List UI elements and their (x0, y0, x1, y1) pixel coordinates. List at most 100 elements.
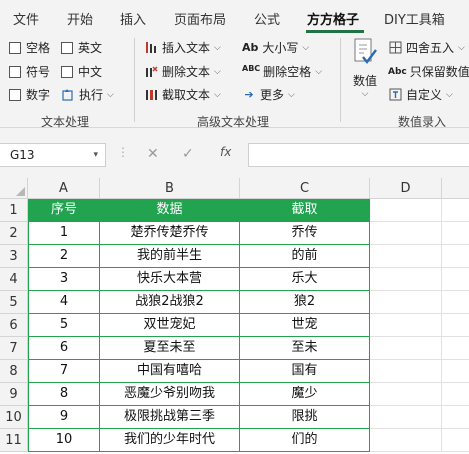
table-cell[interactable] (370, 268, 442, 291)
row-header[interactable]: 8 (0, 360, 28, 383)
table-cell[interactable]: 狼2 (240, 291, 370, 314)
table-header-cell[interactable]: 截取 (240, 199, 370, 222)
row-header[interactable]: 10 (0, 406, 28, 429)
more-button[interactable]: ➔ 更多 ⌵ (242, 86, 294, 103)
checkbox-spaces[interactable]: 空格 (9, 39, 50, 56)
table-cell[interactable] (370, 429, 442, 452)
extract-text-button[interactable]: 截取文本 ⌵ (144, 86, 221, 103)
column-header-b[interactable]: B (100, 178, 240, 199)
checkbox-digits[interactable]: 数字 (9, 86, 50, 103)
table-cell[interactable] (442, 268, 469, 291)
table-cell[interactable]: 世宠 (240, 314, 370, 337)
table-cell[interactable]: 战狼2战狼2 (100, 291, 240, 314)
checkbox-box[interactable] (9, 41, 21, 54)
chevron-down-icon[interactable]: ▾ (93, 144, 98, 166)
table-cell[interactable]: 双世宠妃 (100, 314, 240, 337)
execute-button[interactable]: 执行 ⌵ (61, 86, 114, 103)
table-cell[interactable]: 我们的少年时代 (100, 429, 240, 452)
tab-insert[interactable]: 插入 (120, 9, 146, 28)
checkbox-box[interactable] (61, 65, 73, 78)
table-cell[interactable]: 10 (28, 429, 100, 452)
table-cell[interactable] (442, 222, 469, 245)
tab-page-layout[interactable]: 页面布局 (174, 9, 226, 28)
table-cell[interactable]: 限挑 (240, 406, 370, 429)
checkbox-box[interactable] (9, 88, 21, 101)
table-cell[interactable] (442, 383, 469, 406)
table-cell[interactable] (442, 291, 469, 314)
table-cell[interactable] (370, 360, 442, 383)
table-cell[interactable]: 中国有嘻哈 (100, 360, 240, 383)
table-cell[interactable] (370, 383, 442, 406)
confirm-icon[interactable]: ✓ (182, 146, 194, 162)
column-header-a[interactable]: A (28, 178, 100, 199)
checkbox-box[interactable] (9, 65, 21, 78)
row-header[interactable]: 3 (0, 245, 28, 268)
table-cell[interactable]: 8 (28, 383, 100, 406)
round-button[interactable]: 四舍五入 ⌵ (388, 39, 465, 56)
checkbox-chinese[interactable]: 中文 (61, 63, 102, 80)
table-cell[interactable]: 3 (28, 268, 100, 291)
insert-text-button[interactable]: 插入文本 ⌵ (144, 39, 221, 56)
table-cell[interactable]: 乔传 (240, 222, 370, 245)
table-cell[interactable]: 1 (28, 222, 100, 245)
table-header-cell[interactable]: 数据 (100, 199, 240, 222)
table-cell[interactable] (370, 199, 442, 222)
cancel-icon[interactable]: ✕ (147, 146, 159, 162)
table-cell[interactable]: 4 (28, 291, 100, 314)
case-button[interactable]: Ab 大小写 ⌵ (242, 39, 309, 56)
tab-fangfanggezi[interactable]: 方方格子 (307, 9, 359, 28)
table-cell[interactable]: 快乐大本营 (100, 268, 240, 291)
worksheet-grid[interactable]: A B C D 1 序号 数据 截取 2 1 楚乔传楚乔传 乔传 3 2 我的前半生 的前 4 3 快乐大本… (0, 178, 469, 454)
table-cell[interactable]: 极限挑战第三季 (100, 406, 240, 429)
row-header[interactable]: 1 (0, 199, 28, 222)
table-cell[interactable]: 5 (28, 314, 100, 337)
tab-home[interactable]: 开始 (67, 9, 93, 28)
table-header-cell[interactable]: 序号 (28, 199, 100, 222)
table-cell[interactable] (370, 245, 442, 268)
row-header[interactable]: 5 (0, 291, 28, 314)
table-cell[interactable]: 国有 (240, 360, 370, 383)
row-header[interactable]: 7 (0, 337, 28, 360)
column-header-partial[interactable] (442, 178, 469, 199)
table-cell[interactable]: 2 (28, 245, 100, 268)
table-cell[interactable] (370, 222, 442, 245)
tab-formulas[interactable]: 公式 (254, 9, 280, 28)
custom-button[interactable]: 自定义 ⌵ (388, 86, 453, 103)
table-cell[interactable] (370, 406, 442, 429)
row-header[interactable]: 2 (0, 222, 28, 245)
table-cell[interactable] (442, 429, 469, 452)
more-options-icon[interactable]: ⋮ (117, 145, 129, 159)
table-cell[interactable]: 们的 (240, 429, 370, 452)
table-cell[interactable]: 恶魔少爷别吻我 (100, 383, 240, 406)
delete-text-button[interactable]: 删除文本 ⌵ (144, 63, 221, 80)
name-box[interactable]: G13 ▾ (0, 143, 106, 167)
table-cell[interactable] (442, 406, 469, 429)
table-cell[interactable]: 7 (28, 360, 100, 383)
table-cell[interactable] (370, 337, 442, 360)
table-cell[interactable] (442, 314, 469, 337)
table-cell[interactable]: 的前 (240, 245, 370, 268)
table-cell[interactable] (442, 360, 469, 383)
keep-values-button[interactable]: Abc 只保留数值 (388, 63, 469, 80)
table-cell[interactable]: 乐大 (240, 268, 370, 291)
insert-function-icon[interactable]: fx (220, 145, 231, 159)
table-cell[interactable]: 6 (28, 337, 100, 360)
table-cell[interactable] (370, 314, 442, 337)
table-cell[interactable] (442, 245, 469, 268)
row-header[interactable]: 9 (0, 383, 28, 406)
tab-file[interactable]: 文件 (13, 9, 39, 28)
row-header[interactable]: 4 (0, 268, 28, 291)
table-cell[interactable]: 楚乔传楚乔传 (100, 222, 240, 245)
table-cell[interactable] (442, 199, 469, 222)
table-cell[interactable] (370, 291, 442, 314)
checkbox-box[interactable] (61, 41, 73, 54)
row-header[interactable]: 11 (0, 429, 28, 452)
table-cell[interactable]: 至未 (240, 337, 370, 360)
formula-input[interactable] (248, 143, 469, 167)
tab-diy-toolbox[interactable]: DIY工具箱 (384, 9, 445, 28)
row-header[interactable]: 6 (0, 314, 28, 337)
table-cell[interactable]: 9 (28, 406, 100, 429)
table-cell[interactable]: 我的前半生 (100, 245, 240, 268)
select-all-corner[interactable] (0, 178, 28, 199)
delete-spaces-button[interactable]: ABC 删除空格 ⌵ (242, 63, 322, 80)
